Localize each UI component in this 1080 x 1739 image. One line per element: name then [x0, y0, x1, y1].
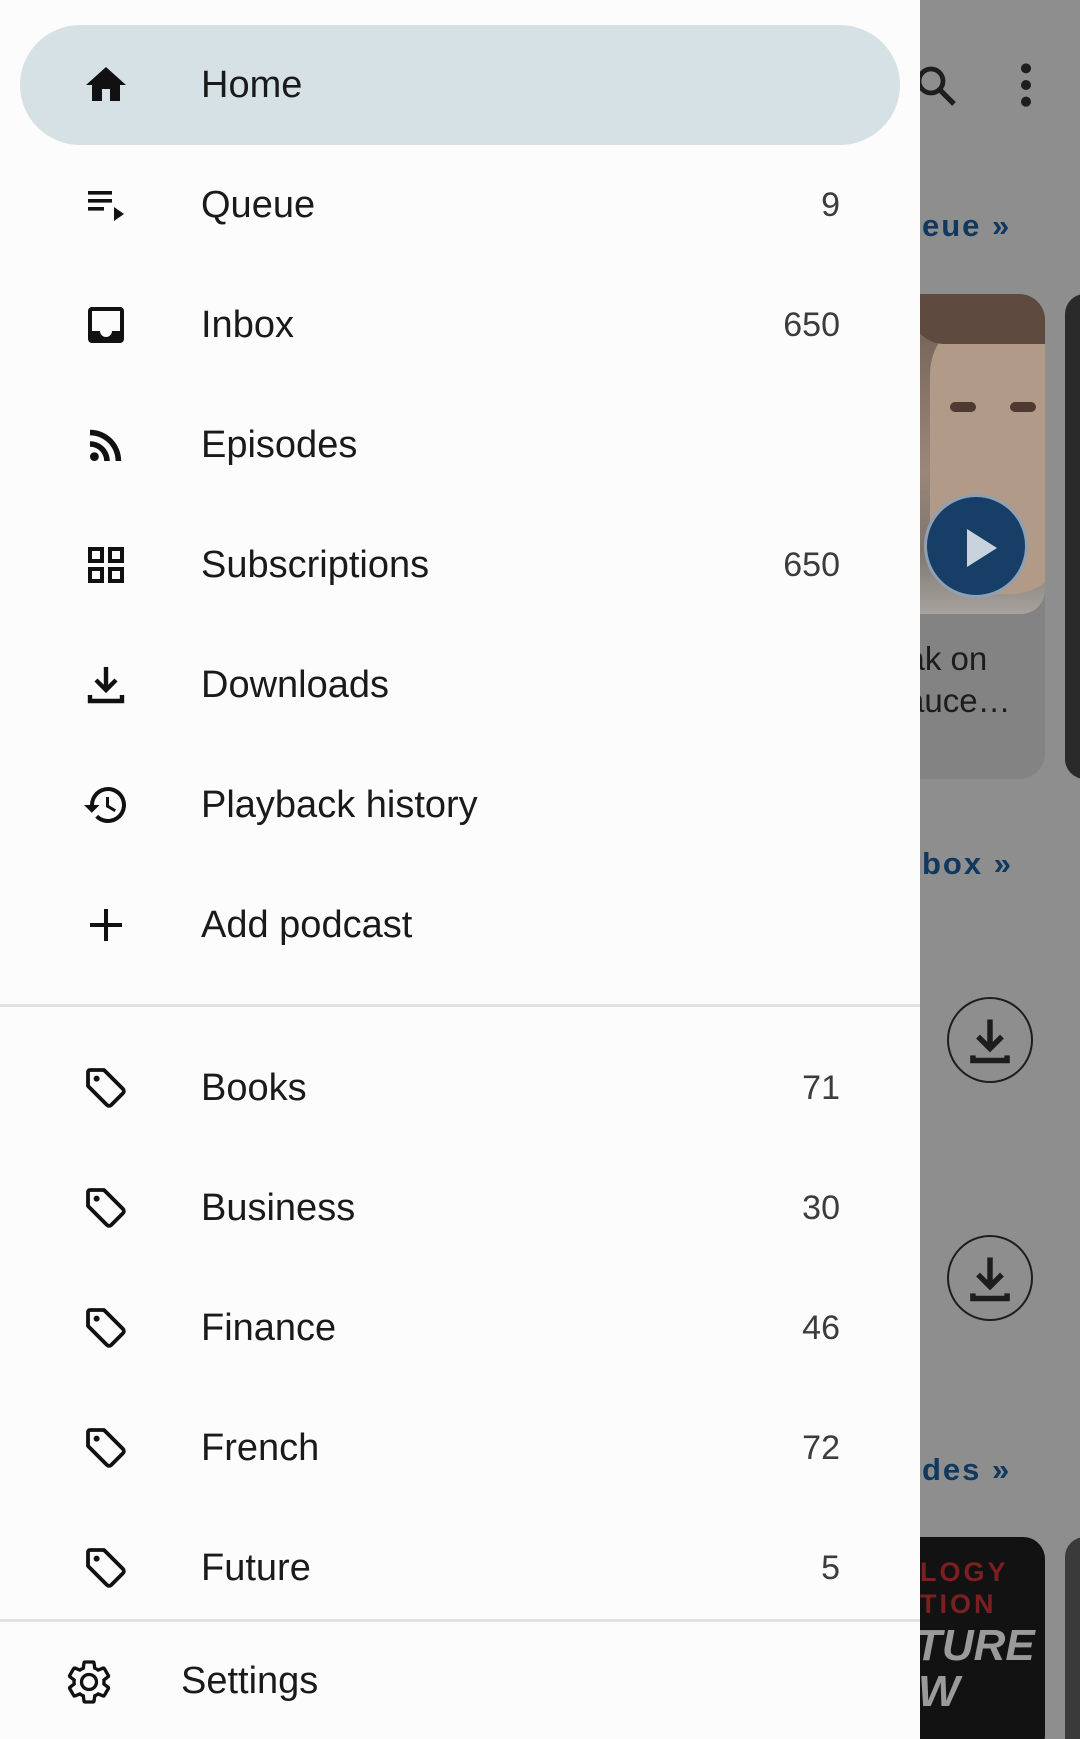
divider: [0, 1004, 920, 1007]
tag-count: 71: [802, 1068, 840, 1107]
tag-item-business[interactable]: Business 30: [20, 1148, 900, 1268]
nav-item-playback-history[interactable]: Playback history: [20, 745, 900, 865]
nav-item-downloads[interactable]: Downloads: [20, 625, 900, 745]
history-icon: [82, 781, 130, 829]
tag-item-future[interactable]: Future 5: [20, 1508, 900, 1628]
nav-item-label: Add podcast: [201, 903, 413, 946]
cover-text: TURE: [915, 1621, 1035, 1670]
nav-item-label: Playback history: [201, 783, 478, 826]
tag-count: 72: [802, 1428, 840, 1467]
tag-label: Future: [201, 1546, 311, 1589]
download-button[interactable]: [947, 997, 1033, 1083]
nav-item-queue[interactable]: Queue 9: [20, 145, 900, 265]
nav-item-home[interactable]: Home: [20, 25, 900, 145]
nav-item-label: Inbox: [201, 303, 294, 346]
nav-item-label: Subscriptions: [201, 543, 430, 586]
home-icon: [82, 61, 130, 109]
divider: [0, 1619, 920, 1622]
queue-see-all-link[interactable]: eue »: [922, 208, 1011, 244]
grid-icon: [82, 541, 130, 589]
tag-label: Business: [201, 1186, 356, 1229]
tag-label: French: [201, 1426, 320, 1469]
cover-text: LOGY: [920, 1557, 1009, 1587]
nav-item-label: Downloads: [201, 663, 389, 706]
tag-item-french[interactable]: French 72: [20, 1388, 900, 1508]
navigation-drawer: Home Queue 9 Inbox 650 Episodes Subscrip…: [0, 0, 920, 1739]
cover-text: W: [918, 1667, 960, 1716]
plus-icon: [82, 901, 130, 949]
tag-item-books[interactable]: Books 71: [20, 1028, 900, 1148]
podcast-cover-edge: [1065, 1537, 1080, 1739]
tag-icon: [82, 1544, 130, 1592]
nav-item-add-podcast[interactable]: Add podcast: [20, 865, 900, 985]
tag-label: Books: [201, 1066, 307, 1109]
tag-icon: [82, 1064, 130, 1112]
nav-item-episodes[interactable]: Episodes: [20, 385, 900, 505]
gear-icon: [64, 1657, 114, 1707]
tag-icon: [82, 1424, 130, 1472]
rss-icon: [82, 421, 130, 469]
tag-count: 30: [802, 1188, 840, 1227]
cover-text: TION: [920, 1589, 997, 1619]
tag-label: Finance: [201, 1306, 337, 1349]
nav-item-subscriptions[interactable]: Subscriptions 650: [20, 505, 900, 625]
play-button[interactable]: [924, 494, 1028, 598]
queue-icon: [82, 181, 130, 229]
queue-count: 9: [821, 185, 840, 224]
nav-item-label: Queue: [201, 183, 316, 226]
nav-item-label: Episodes: [201, 423, 358, 466]
download-icon: [82, 661, 130, 709]
episodes-see-all-link[interactable]: des »: [922, 1452, 1011, 1488]
nav-item-inbox[interactable]: Inbox 650: [20, 265, 900, 385]
tag-icon: [82, 1184, 130, 1232]
more-options-icon[interactable]: [1010, 60, 1042, 110]
subscriptions-count: 650: [783, 545, 840, 584]
download-button[interactable]: [947, 1235, 1033, 1321]
inbox-icon: [82, 301, 130, 349]
tag-icon: [82, 1304, 130, 1352]
settings-button[interactable]: Settings: [0, 1624, 920, 1739]
nav-item-label: Home: [201, 63, 303, 106]
tag-count: 5: [821, 1548, 840, 1587]
inbox-count: 650: [783, 305, 840, 344]
episode-card-edge: [1065, 294, 1080, 779]
tag-count: 46: [802, 1308, 840, 1347]
settings-label: Settings: [181, 1660, 319, 1702]
tag-item-finance[interactable]: Finance 46: [20, 1268, 900, 1388]
inbox-see-all-link[interactable]: box »: [922, 846, 1013, 882]
